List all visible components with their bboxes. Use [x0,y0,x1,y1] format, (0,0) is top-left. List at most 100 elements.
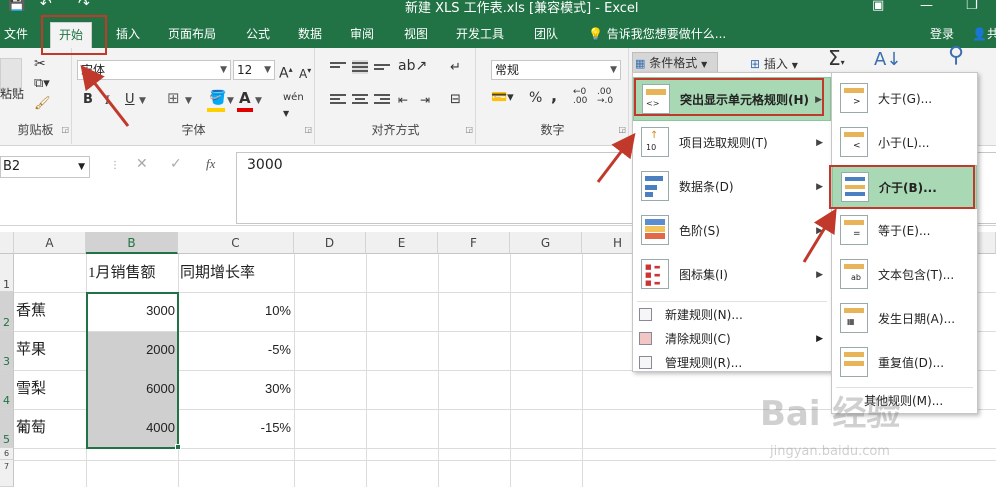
cell-a3[interactable]: 苹果 [16,331,86,369]
align-left-icon[interactable] [330,92,346,106]
submenu-item-duplicate-values[interactable]: 重复值(D)... [832,341,977,385]
wrap-text-icon[interactable]: ↵ [450,60,461,76]
tab-team[interactable]: 团队 [534,22,558,48]
column-header-d[interactable]: D [294,232,366,254]
row-header-1[interactable]: 1 [0,254,14,292]
borders-icon[interactable]: ⊞ [167,90,180,106]
align-right-icon[interactable] [374,92,390,106]
submenu-item-less-than[interactable]: < 小于(L)... [832,121,977,165]
name-box[interactable]: B2 ▼ [0,156,90,178]
cell-b5[interactable]: 4000 [88,409,178,447]
cell-c5[interactable]: -15% [180,409,294,447]
shrink-font-button[interactable]: A▾ [299,63,311,82]
redo-icon[interactable]: ↷ [78,0,90,12]
cell-c1[interactable]: 同期增长率 [180,254,294,292]
dialog-launcher-icon[interactable]: ◲ [618,122,626,138]
row-header-7[interactable]: 7 [0,460,14,487]
share-button[interactable]: 👤共 [972,22,996,48]
comma-style-button[interactable]: , [551,88,557,104]
menu-item-icon-sets[interactable]: ■ ▬ ■ ▬ ■ ▬ 图标集(I) ▶ [633,253,831,297]
bold-button[interactable]: B [83,92,93,108]
minimize-icon[interactable]: — [920,0,933,13]
row-header-3[interactable]: 3 [0,331,14,370]
align-top-icon[interactable] [330,60,346,74]
menu-item-manage-rules[interactable]: 管理规则(R)... [633,351,831,375]
cell-c2[interactable]: 10% [180,292,294,330]
row-header-5[interactable]: 5 [0,409,14,448]
tab-developer[interactable]: 开发工具 [456,22,504,48]
cell-c3[interactable]: -5% [180,331,294,369]
select-all-corner[interactable] [0,232,14,254]
cell-b4[interactable]: 6000 [88,370,178,408]
submenu-item-text-contains[interactable]: ab 文本包含(T)... [832,253,977,297]
font-name-combo[interactable]: 宋体 ▼ [77,60,231,80]
confirm-entry-icon[interactable]: ✓ [170,156,182,172]
chevron-down-icon[interactable]: ▼ [227,93,234,109]
phonetic-guide-button[interactable]: wén ▼ [283,90,304,122]
align-center-icon[interactable] [352,92,368,106]
insert-function-button[interactable]: fx [206,156,215,172]
cut-icon[interactable]: ✂ [34,56,46,72]
menu-item-data-bars[interactable]: 数据条(D) ▶ [633,165,831,209]
sort-filter-icon[interactable]: A↓ [874,51,901,69]
row-header-4[interactable]: 4 [0,370,14,409]
submenu-item-equal-to[interactable]: = 等于(E)... [832,209,977,253]
tab-insert[interactable]: 插入 [116,22,140,48]
increase-decimal-icon[interactable]: ←0.00 [573,88,587,106]
align-middle-icon[interactable] [352,60,368,74]
increase-indent-icon[interactable]: ⇥ [420,92,430,108]
column-header-e[interactable]: E [366,232,438,254]
tab-review[interactable]: 审阅 [350,22,374,48]
cell-a4[interactable]: 雪梨 [16,370,86,408]
menu-item-new-rule[interactable]: 新建规则(N)... [633,303,831,327]
underline-button[interactable]: U [125,92,135,108]
formula-bar-options-icon[interactable]: ⋮ [110,158,120,174]
decrease-decimal-icon[interactable]: .00 →.0 [597,88,613,106]
column-header-f[interactable]: F [438,232,510,254]
chevron-down-icon[interactable]: ▼ [255,93,262,109]
tab-view[interactable]: 视图 [404,22,428,48]
cell-a2[interactable]: 香蕉 [16,292,86,330]
menu-item-color-scales[interactable]: 色阶(S) ▶ [633,209,831,253]
align-bottom-icon[interactable] [374,62,390,76]
cancel-entry-icon[interactable]: ✕ [136,156,148,172]
decrease-indent-icon[interactable]: ⇤ [398,92,408,108]
chevron-down-icon[interactable]: ▼ [185,93,192,109]
dialog-launcher-icon[interactable]: ◲ [465,122,473,138]
tab-data[interactable]: 数据 [298,22,322,48]
restore-icon[interactable]: ❐ [966,0,978,13]
chevron-down-icon[interactable]: ▼ [139,93,146,109]
save-icon[interactable]: 💾 [8,0,25,12]
tell-me-box[interactable]: 💡 告诉我您想要做什么... [588,22,726,46]
dialog-launcher-icon[interactable]: ◲ [61,122,69,138]
submenu-item-greater-than[interactable]: > 大于(G)... [832,77,977,121]
fill-color-icon[interactable]: 🪣 [209,90,226,106]
paste-button[interactable]: 粘贴 [0,86,24,102]
orientation-icon[interactable]: ab↗ [398,58,427,74]
tab-formulas[interactable]: 公式 [246,22,270,48]
column-header-a[interactable]: A [14,232,86,254]
autosum-button[interactable]: Σ▾ [828,48,845,71]
copy-icon[interactable]: ⧉▾ [34,76,50,92]
row-header-6[interactable]: 6 [0,448,14,460]
accounting-format-icon[interactable]: 💳▾ [491,90,514,106]
undo-icon[interactable]: ↶ [40,0,52,12]
font-color-button[interactable]: A [239,90,251,106]
tab-file[interactable]: 文件 [4,22,28,48]
column-header-b[interactable]: B [86,232,178,254]
italic-button[interactable]: I [105,92,109,108]
tab-page-layout[interactable]: 页面布局 [168,22,216,48]
dialog-launcher-icon[interactable]: ◲ [304,122,312,138]
column-header-g[interactable]: G [510,232,582,254]
cell-b3[interactable]: 2000 [88,331,178,369]
find-select-icon[interactable]: ⚲ [948,45,964,67]
conditional-formatting-button[interactable]: ▦ 条件格式 ▼ [632,52,718,74]
column-header-c[interactable]: C [178,232,294,254]
ribbon-options-icon[interactable]: ▣ [872,0,884,13]
menu-item-clear-rules[interactable]: 清除规则(C) ▶ [633,327,831,351]
cell-a5[interactable]: 葡萄 [16,409,86,447]
menu-item-top-bottom-rules[interactable]: ↑ 10 项目选取规则(T) ▶ [633,121,831,165]
cell-c4[interactable]: 30% [180,370,294,408]
grow-font-button[interactable]: A▴ [279,62,293,82]
number-format-combo[interactable]: 常规 ▼ [491,60,621,80]
